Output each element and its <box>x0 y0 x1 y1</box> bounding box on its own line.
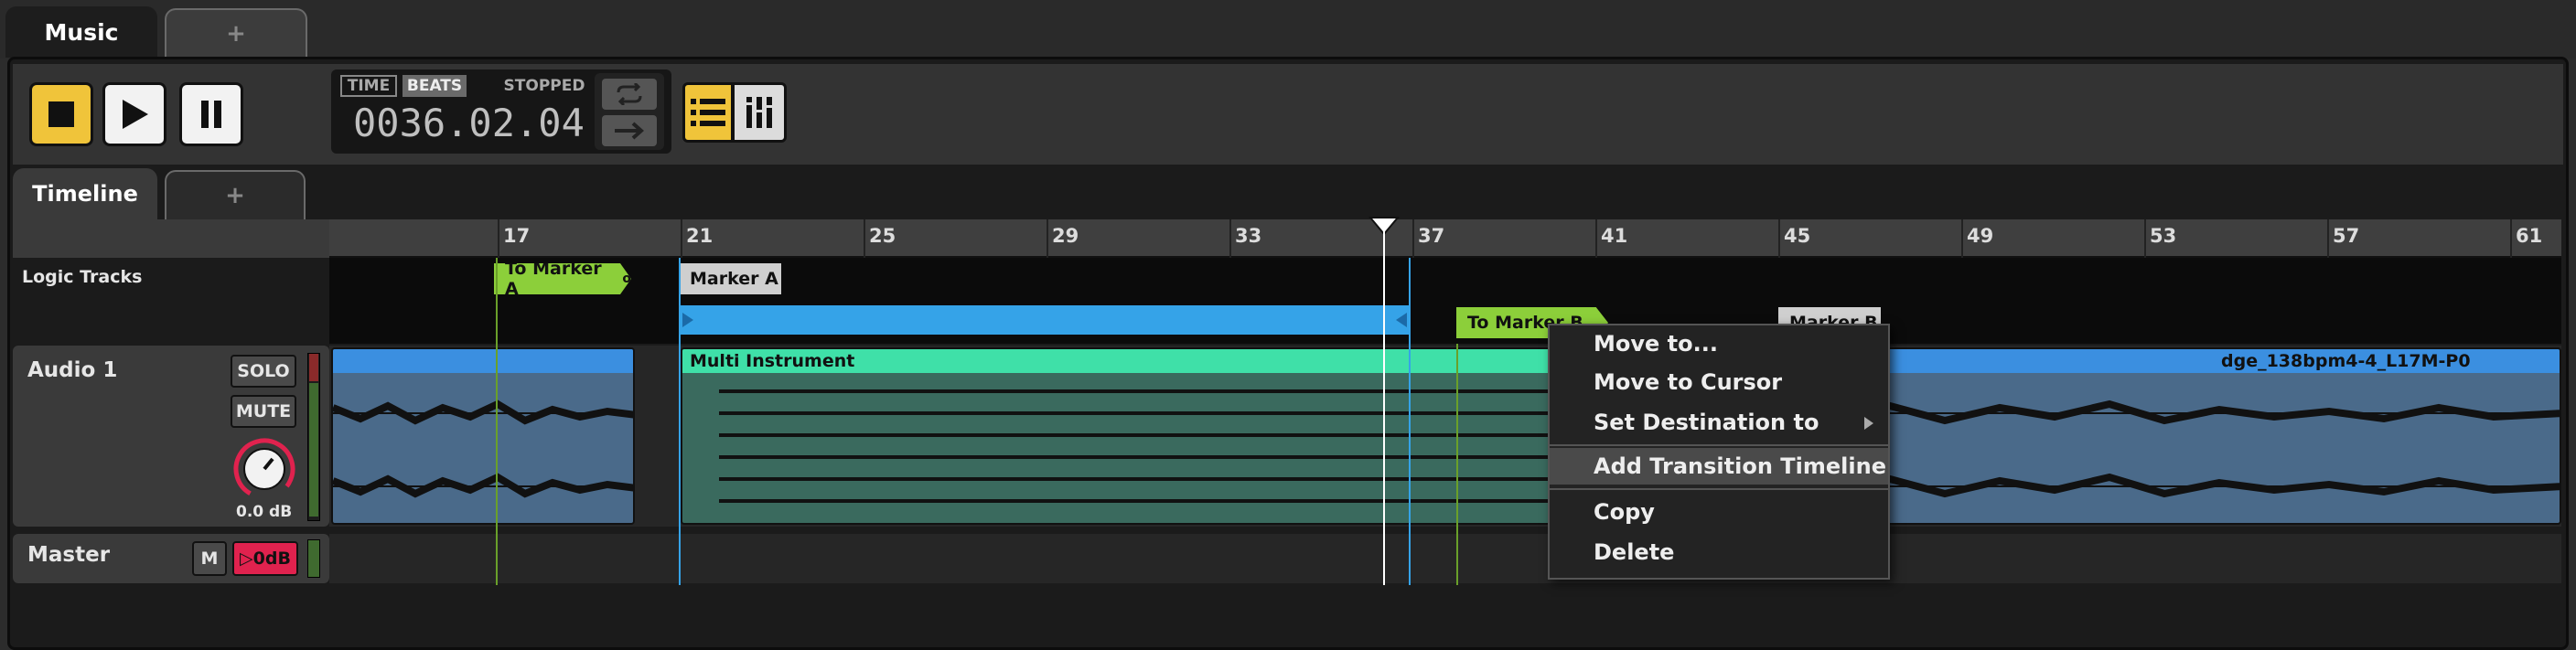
ruler-label: 33 <box>1235 225 1262 247</box>
ruler-label: 49 <box>1967 225 1994 247</box>
clip-title <box>333 349 633 373</box>
pause-button[interactable] <box>179 82 243 146</box>
volume-value: 0.0 dB <box>236 503 293 521</box>
mute-button[interactable]: M <box>192 541 227 576</box>
play-button[interactable] <box>102 82 166 146</box>
transition-line <box>496 258 498 585</box>
transport-status: STOPPED <box>503 77 585 95</box>
stop-button[interactable] <box>29 82 93 146</box>
ruler-label: 45 <box>1784 225 1811 247</box>
track-name: Audio 1 <box>27 358 118 382</box>
ruler-label: 37 <box>1418 225 1445 247</box>
menu-item-add-transition-timeline[interactable]: Add Transition Timeline <box>1550 448 1888 485</box>
waveform <box>333 400 633 498</box>
audio-clip-loop[interactable]: dge_138bpm4-4_L17M-P0 <box>1778 347 2561 525</box>
ruler-label: 21 <box>686 225 714 247</box>
logic-tracks-label: Logic Tracks <box>22 267 143 287</box>
arrow-right-icon <box>615 122 645 140</box>
track-lane-master[interactable] <box>329 534 2561 583</box>
region-end-icon <box>1396 313 1407 327</box>
top-tab-bar <box>0 0 2576 59</box>
track-name: Master <box>27 543 111 567</box>
add-tab-button[interactable]: + <box>165 8 307 58</box>
add-timeline-button[interactable]: + <box>165 170 306 219</box>
mute-button[interactable]: MUTE <box>231 395 296 428</box>
volume-knob-icon[interactable] <box>232 437 296 501</box>
ruler-label: 29 <box>1052 225 1079 247</box>
solo-button[interactable]: SOLO <box>231 355 296 388</box>
timeline-ruler[interactable]: 17 21 25 29 33 37 41 45 49 53 57 61 <box>329 219 2561 258</box>
menu-separator <box>1550 444 1888 446</box>
track-header-master[interactable]: Master M ▷0dB <box>13 534 329 583</box>
destination-marker[interactable]: Marker A <box>679 263 781 294</box>
menu-item-set-destination[interactable]: Set Destination to <box>1550 404 1888 441</box>
list-icon <box>691 99 725 126</box>
loop-region[interactable] <box>681 305 1409 335</box>
destination-line <box>679 258 681 585</box>
context-menu: Move to... Move to Cursor Set Destinatio… <box>1548 324 1890 580</box>
stop-icon <box>48 101 74 127</box>
ruler-label: 17 <box>503 225 531 247</box>
loop-button[interactable] <box>602 79 657 110</box>
menu-item-copy[interactable]: Copy <box>1550 494 1888 530</box>
time-mode-toggle[interactable]: TIME <box>340 75 397 97</box>
ruler-spacer <box>13 219 329 258</box>
time-display: TIME BEATS STOPPED 0036.02.04 <box>331 69 671 154</box>
track-header-audio-1[interactable]: Audio 1 SOLO MUTE 0.0 dB <box>13 346 329 527</box>
menu-item-delete[interactable]: Delete <box>1550 534 1888 570</box>
tab-music[interactable]: Music <box>5 6 157 58</box>
logic-tracks-lane[interactable]: To Marker A o Marker A To Marker B Marke… <box>329 258 2561 344</box>
loop-controls <box>595 73 664 150</box>
menu-item-move-to[interactable]: Move to... <box>1550 325 1888 362</box>
audio-clip[interactable] <box>331 347 635 525</box>
pause-icon <box>201 101 221 128</box>
loop-icon <box>617 83 642 105</box>
waveform <box>1780 400 2560 498</box>
mixer-icon <box>746 97 772 128</box>
submenu-arrow-icon <box>1864 417 1873 430</box>
marker-label: To Marker A <box>505 259 602 299</box>
mixer-view-button[interactable] <box>732 82 787 143</box>
transition-marker[interactable]: To Marker A o <box>494 263 631 294</box>
track-lane-audio-1[interactable]: Multi Instrument dge_138bpm4-4_L17M-P0 <box>329 346 2561 527</box>
time-position: 0036.02.04 <box>353 101 585 145</box>
ruler-label: 53 <box>2150 225 2177 247</box>
level-meter <box>307 353 320 521</box>
level-meter <box>307 539 320 578</box>
clip-title: dge_138bpm4-4_L17M-P0 <box>1780 349 2560 373</box>
menu-item-move-to-cursor[interactable]: Move to Cursor <box>1550 364 1888 400</box>
menu-separator <box>1550 488 1888 490</box>
region-start-icon <box>682 313 693 327</box>
follow-button[interactable] <box>602 115 657 146</box>
list-view-button[interactable] <box>682 82 734 143</box>
ruler-label: 61 <box>2516 225 2543 247</box>
ruler-label: 41 <box>1601 225 1628 247</box>
transition-line <box>1456 344 1458 585</box>
playhead <box>1383 229 1385 585</box>
volume-slider[interactable]: ▷0dB <box>232 541 298 576</box>
ruler-label: 57 <box>2333 225 2360 247</box>
tab-timeline[interactable]: Timeline <box>13 168 157 219</box>
region-end-line <box>1409 258 1411 585</box>
beats-mode-toggle[interactable]: BEATS <box>402 75 467 97</box>
ruler-label: 25 <box>869 225 896 247</box>
play-icon <box>123 100 148 129</box>
menu-item-label: Set Destination to <box>1594 410 1819 435</box>
